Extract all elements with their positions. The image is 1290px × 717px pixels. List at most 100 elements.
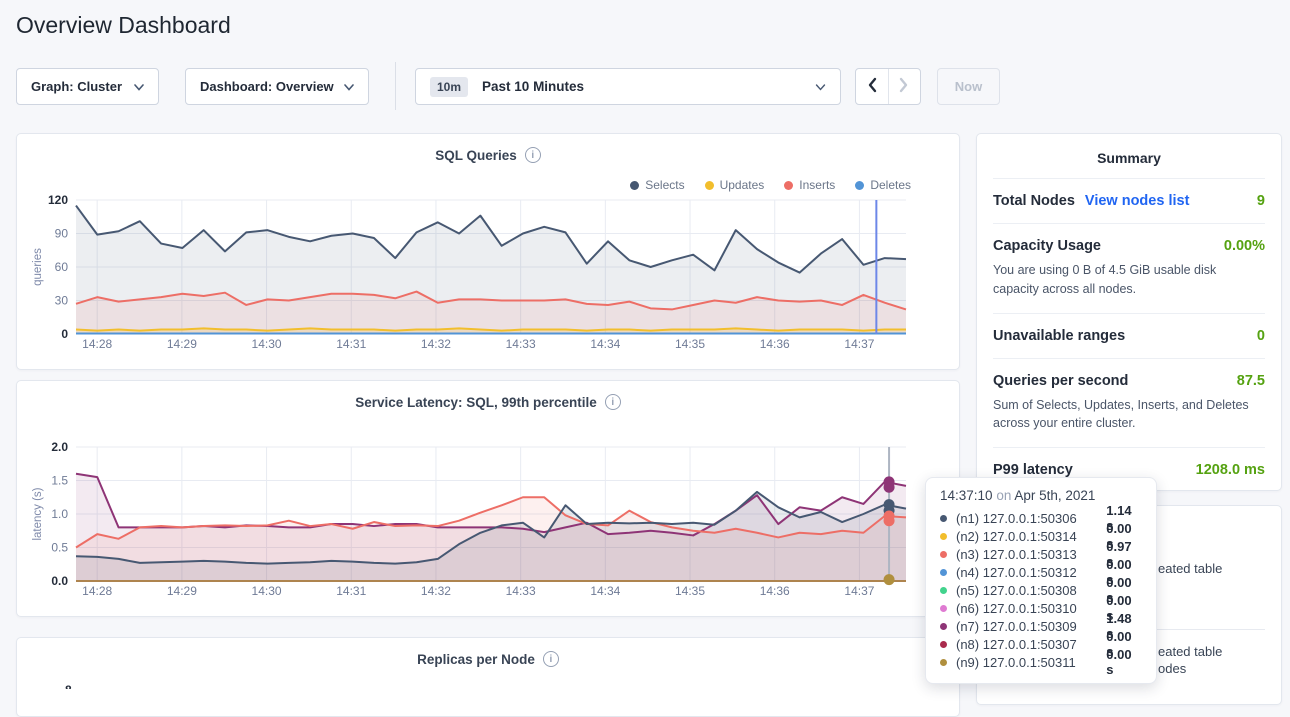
capacity-value: 0.00% (1224, 238, 1265, 254)
service-latency-chart-card: Service Latency: SQL, 99th percentile la… (16, 380, 960, 617)
svg-text:14:30: 14:30 (252, 584, 282, 598)
event-item-fragment: eated table (1158, 644, 1222, 659)
chevron-right-icon (899, 77, 909, 96)
node-address: (n8) 127.0.0.1:50307 (956, 637, 1106, 652)
svg-text:14:34: 14:34 (590, 337, 620, 351)
svg-text:14:31: 14:31 (336, 337, 366, 351)
chevron-down-icon (815, 79, 826, 94)
graph-dropdown[interactable]: Graph: Cluster (16, 68, 159, 105)
time-range-label: Past 10 Minutes (482, 79, 584, 94)
legend-dot-icon (630, 181, 639, 190)
node-color-dot-icon (940, 659, 947, 666)
chart-title-sql-queries: SQL Queries (17, 147, 959, 163)
total-nodes-value: 9 (1257, 193, 1265, 209)
chevron-left-icon (867, 77, 877, 96)
node-address: (n4) 127.0.0.1:50312 (956, 565, 1106, 580)
time-next-button[interactable] (888, 69, 921, 104)
summary-row-total-nodes: Total Nodes View nodes list 9 (993, 178, 1265, 223)
chevron-down-icon (344, 79, 354, 94)
legend-dot-icon (705, 181, 714, 190)
svg-text:14:28: 14:28 (82, 584, 112, 598)
total-nodes-label: Total Nodes (993, 193, 1075, 209)
time-nav-group (855, 68, 921, 105)
svg-text:14:29: 14:29 (167, 337, 197, 351)
node-color-dot-icon (940, 551, 947, 558)
svg-text:14:35: 14:35 (675, 584, 705, 598)
p99-latency-label: P99 latency (993, 462, 1073, 478)
chart-title-text: Service Latency: SQL, 99th percentile (355, 395, 597, 410)
dashboard-dropdown-label: Dashboard: Overview (200, 79, 334, 94)
chart-title-text: SQL Queries (435, 148, 517, 163)
view-nodes-list-link[interactable]: View nodes list (1085, 193, 1190, 209)
svg-text:14:28: 14:28 (82, 337, 112, 351)
svg-text:14:31: 14:31 (336, 584, 366, 598)
svg-text:14:34: 14:34 (590, 584, 620, 598)
node-color-dot-icon (940, 623, 947, 630)
node-address: (n1) 127.0.0.1:50306 (956, 511, 1106, 526)
tooltip-date: Apr 5th, 2021 (1014, 488, 1095, 503)
svg-text:14:37: 14:37 (844, 584, 874, 598)
node-address: (n7) 127.0.0.1:50309 (956, 619, 1106, 634)
svg-text:14:32: 14:32 (421, 584, 451, 598)
svg-text:30: 30 (55, 294, 69, 308)
svg-text:14:32: 14:32 (421, 337, 451, 351)
unavailable-ranges-value: 0 (1257, 328, 1265, 344)
node-address: (n3) 127.0.0.1:50313 (956, 547, 1106, 562)
svg-text:14:36: 14:36 (760, 584, 790, 598)
summary-row-capacity: Capacity Usage 0.00% You are using 0 B o… (993, 223, 1265, 313)
time-prev-button[interactable] (856, 69, 888, 104)
node-address: (n9) 127.0.0.1:50311 (956, 655, 1106, 670)
tooltip-on-word: on (996, 488, 1011, 503)
chart-title-replicas: Replicas per Node (17, 651, 959, 667)
tooltip-node-row: (n9) 127.0.0.1:503110.00 s (940, 653, 1142, 671)
chart-title-text: Replicas per Node (417, 652, 535, 667)
svg-text:14:29: 14:29 (167, 584, 197, 598)
sql-queries-plot[interactable]: 14:2814:2914:3014:3114:3214:3314:3414:35… (29, 190, 949, 362)
svg-text:2.0: 2.0 (51, 440, 68, 454)
svg-text:14:36: 14:36 (760, 337, 790, 351)
capacity-description: You are using 0 B of 4.5 GiB usable disk… (993, 261, 1265, 299)
event-item-fragment: odes (1158, 661, 1186, 676)
node-color-dot-icon (940, 515, 947, 522)
node-color-dot-icon (940, 533, 947, 540)
node-color-dot-icon (940, 641, 947, 648)
service-latency-plot[interactable]: 14:2814:2914:3014:3114:3214:3314:3414:35… (29, 437, 949, 609)
svg-text:120: 120 (48, 193, 68, 207)
summary-panel: Summary Total Nodes View nodes list 9 Ca… (976, 133, 1282, 491)
node-address: (n2) 127.0.0.1:50314 (956, 529, 1106, 544)
node-color-dot-icon (940, 605, 947, 612)
tooltip-timestamp: 14:37:10 on Apr 5th, 2021 (940, 488, 1142, 503)
info-icon[interactable] (525, 147, 541, 163)
page-title: Overview Dashboard (16, 12, 231, 39)
summary-row-qps: Queries per second 87.5 Sum of Selects, … (993, 358, 1265, 448)
time-range-badge: 10m (430, 77, 468, 97)
qps-label: Queries per second (993, 373, 1128, 389)
dashboard-dropdown[interactable]: Dashboard: Overview (185, 68, 369, 105)
svg-text:1.0: 1.0 (51, 507, 68, 521)
tooltip-rows: (n1) 127.0.0.1:503061.14 s(n2) 127.0.0.1… (940, 509, 1142, 671)
clipped-axis-label: 8 (65, 683, 81, 689)
svg-text:1.5: 1.5 (51, 474, 68, 488)
event-item-fragment: eated table (1158, 561, 1222, 576)
chart-hover-tooltip: 14:37:10 on Apr 5th, 2021 (n1) 127.0.0.1… (925, 477, 1157, 684)
svg-text:0.5: 0.5 (51, 541, 68, 555)
node-latency-value: 0.00 s (1106, 647, 1142, 677)
info-icon[interactable] (605, 394, 621, 410)
svg-text:14:37: 14:37 (844, 337, 874, 351)
graph-dropdown-label: Graph: Cluster (31, 79, 122, 94)
qps-value: 87.5 (1237, 373, 1265, 389)
summary-row-unavailable-ranges: Unavailable ranges 0 (993, 313, 1265, 358)
info-icon[interactable] (543, 651, 559, 667)
time-range-dropdown[interactable]: 10m Past 10 Minutes (415, 68, 841, 105)
svg-text:0.0: 0.0 (51, 574, 68, 588)
svg-text:0: 0 (61, 327, 68, 341)
chevron-down-icon (134, 79, 144, 94)
svg-text:90: 90 (55, 227, 69, 241)
tooltip-time: 14:37:10 (940, 488, 993, 503)
now-button[interactable]: Now (937, 68, 1000, 105)
replicas-per-node-chart-card: Replicas per Node 8 (16, 637, 960, 717)
legend-dot-icon (784, 181, 793, 190)
summary-header: Summary (993, 134, 1265, 178)
chart-title-service-latency: Service Latency: SQL, 99th percentile (17, 394, 959, 410)
node-address: (n5) 127.0.0.1:50308 (956, 583, 1106, 598)
